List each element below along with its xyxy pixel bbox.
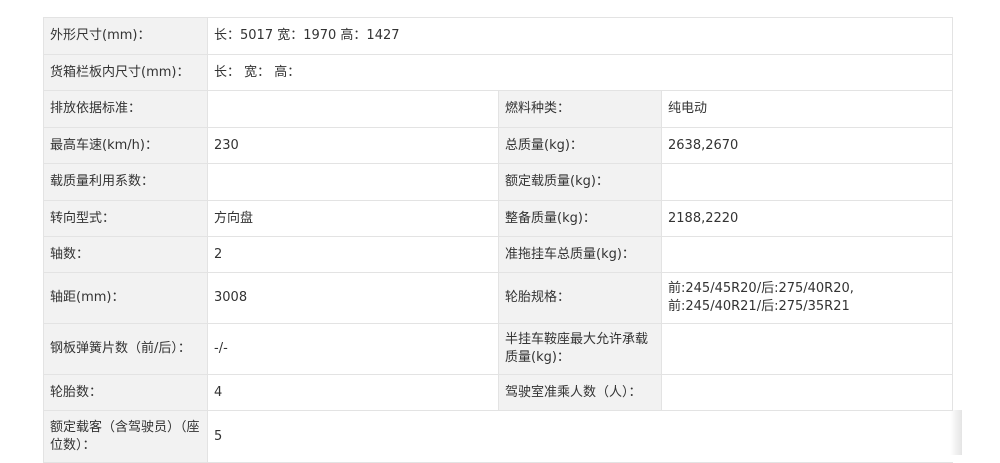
spec-value [660,374,954,411]
spec-value [660,323,954,375]
scroll-edge-shadow [950,410,962,455]
spec-label: 总质量(kg)： [498,127,662,164]
spec-row: 排放依据标准： 燃料种类： 纯电动 [43,90,954,128]
cargo-box-value: 长： 宽： 高： [206,54,954,91]
spec-row: 钢板弹簧片数（前/后）： -/- 半挂车鞍座最大允许承载质量(kg)： [43,323,954,375]
dimensions-label: 外形尺寸(mm)： [43,17,208,55]
spec-row: 载质量利用系数： 额定载质量(kg)： [43,163,954,201]
vehicle-spec-table: 外形尺寸(mm)： 长：5017 宽：1970 高：1427 货箱栏板内尺寸(m… [43,17,954,463]
spec-label: 驾驶室准乘人数（人）： [498,374,662,411]
cargo-box-label: 货箱栏板内尺寸(mm)： [43,54,208,91]
spec-value: 2 [207,236,499,273]
spec-label: 轮胎规格： [498,272,662,324]
spec-value: 2638,2670 [660,127,954,164]
spec-label: 轴数： [43,236,208,273]
spec-row: 轴数： 2 准拖挂车总质量(kg)： [43,236,954,273]
spec-row-cargo-box: 货箱栏板内尺寸(mm)： 长： 宽： 高： [43,54,954,91]
spec-label: 半挂车鞍座最大允许承载质量(kg)： [498,323,662,375]
spec-value: 230 [207,127,499,164]
spec-value: 纯电动 [660,90,954,128]
spec-row: 轮胎数： 4 驾驶室准乘人数（人）： [43,374,954,411]
spec-label: 轮胎数： [43,374,208,411]
spec-row-dimensions: 外形尺寸(mm)： 长：5017 宽：1970 高：1427 [43,17,954,55]
spec-label: 转向型式： [43,200,208,237]
spec-value [660,163,954,201]
spec-row: 轴距(mm)： 3008 轮胎规格： 前:245/45R20/后:275/40R… [43,272,954,324]
spec-label: 整备质量(kg)： [498,200,662,237]
spec-label: 燃料种类： [498,90,662,128]
spec-value [207,163,499,201]
spec-value: 前:245/45R20/后:275/40R20,前:245/40R21/后:27… [660,272,954,324]
spec-label: 额定载质量(kg)： [498,163,662,201]
spec-label: 轴距(mm)： [43,272,208,324]
spec-label: 准拖挂车总质量(kg)： [498,236,662,273]
spec-value: -/- [207,323,499,375]
spec-row: 转向型式： 方向盘 整备质量(kg)： 2188,2220 [43,200,954,237]
spec-value: 方向盘 [207,200,499,237]
spec-value: 3008 [207,272,499,324]
spec-value [207,90,499,128]
spec-value: 2188,2220 [660,200,954,237]
spec-label: 最高车速(km/h)： [43,127,208,164]
spec-label: 钢板弹簧片数（前/后）： [43,323,208,375]
spec-row: 最高车速(km/h)： 230 总质量(kg)： 2638,2670 [43,127,954,164]
spec-value [660,236,954,273]
spec-label: 排放依据标准： [43,90,208,128]
spec-value: 4 [207,374,499,411]
spec-label: 载质量利用系数： [43,163,208,201]
dimensions-value: 长：5017 宽：1970 高：1427 [206,17,954,55]
